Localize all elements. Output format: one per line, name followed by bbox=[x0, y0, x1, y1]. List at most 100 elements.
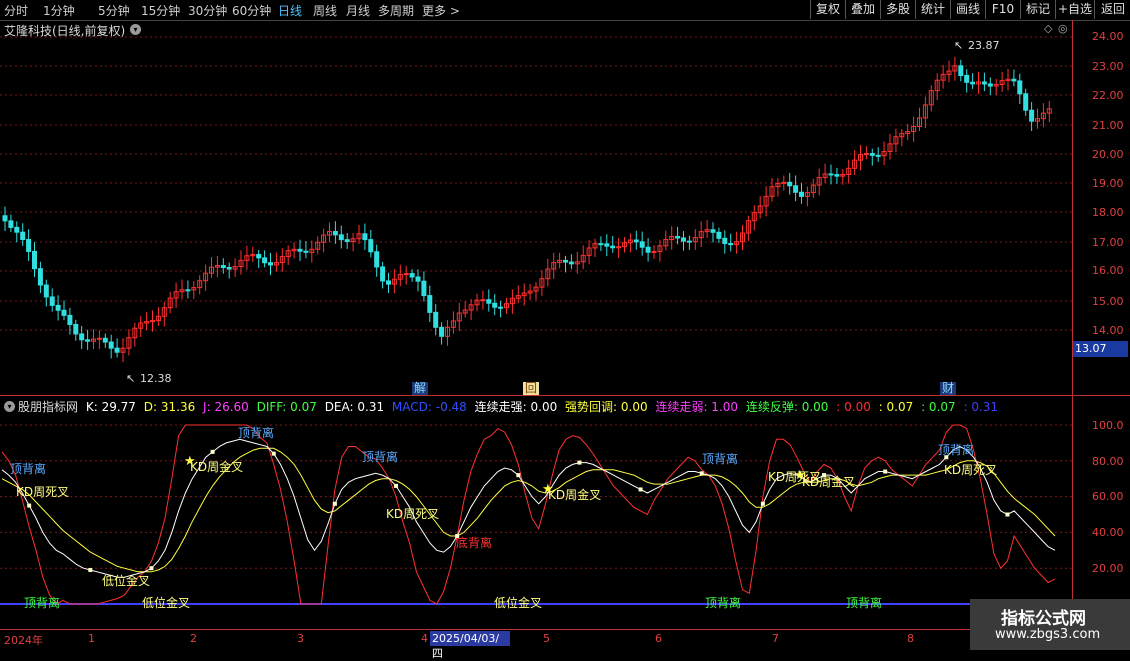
x-tick: 2 bbox=[190, 632, 197, 645]
candle-body bbox=[1017, 80, 1023, 95]
ind-d: D: 31.36 bbox=[143, 400, 196, 414]
x-tick: 2024年 bbox=[4, 634, 43, 647]
ind-k: K: 29.77 bbox=[85, 400, 136, 414]
pane-separator bbox=[0, 395, 1130, 396]
indicator-name[interactable]: 股朋指标网 bbox=[18, 400, 78, 414]
candle-body bbox=[226, 267, 232, 270]
candle-body bbox=[8, 220, 14, 228]
price-tick: 16.00 bbox=[1092, 264, 1124, 277]
candle-body bbox=[268, 262, 273, 266]
candle-body bbox=[480, 299, 486, 302]
f10-button[interactable]: F10 bbox=[985, 0, 1020, 19]
indicator-chevron-icon[interactable]: ▾ bbox=[4, 401, 15, 412]
overlay-button[interactable]: 叠加 bbox=[845, 0, 880, 19]
period-30min[interactable]: 30分钟 bbox=[188, 2, 227, 19]
period-daily[interactable]: 日线 bbox=[278, 2, 302, 19]
k-dot-marker bbox=[394, 483, 399, 488]
candle-body bbox=[875, 154, 881, 157]
candle-body bbox=[14, 226, 20, 233]
indicator-tick: 40.00 bbox=[1092, 526, 1124, 539]
price-tick: 22.00 bbox=[1092, 89, 1124, 102]
mark-button[interactable]: 标记 bbox=[1020, 0, 1055, 19]
candle-body bbox=[338, 234, 344, 241]
candle-body bbox=[610, 245, 616, 249]
signal-label: 顶背离 bbox=[24, 596, 61, 610]
k-dot-marker bbox=[760, 501, 765, 506]
current-price-badge: 13.07 bbox=[1073, 341, 1128, 357]
candle-body bbox=[362, 233, 368, 241]
candle-body bbox=[262, 257, 268, 264]
candle-body bbox=[43, 284, 49, 298]
ind-pullback: 强势回调: 0.00 bbox=[565, 400, 648, 414]
add-watchlist-button[interactable]: +自选 bbox=[1055, 0, 1094, 19]
candle-body bbox=[409, 273, 415, 278]
period-monthly[interactable]: 月线 bbox=[346, 2, 370, 19]
candle-body bbox=[427, 295, 433, 313]
price-tick: 19.00 bbox=[1092, 177, 1124, 190]
indicator-value-bar: 股朋指标网 K: 29.77 D: 31.36 J: 26.60 DIFF: 0… bbox=[18, 398, 1002, 414]
price-tick: 18.00 bbox=[1092, 206, 1124, 219]
candle-body bbox=[568, 261, 574, 265]
signal-label: 底背离 bbox=[456, 536, 493, 550]
candle-body bbox=[869, 153, 875, 156]
candle-body bbox=[492, 302, 498, 308]
ind-extra-2: : 0.07 bbox=[878, 400, 914, 414]
restore-rights-button[interactable]: 复权 bbox=[810, 0, 845, 19]
indicator-tick: 60.00 bbox=[1092, 490, 1124, 503]
candle-body bbox=[386, 280, 391, 285]
candle-body bbox=[380, 266, 386, 282]
candle-body bbox=[1023, 93, 1029, 111]
k-dot-marker bbox=[638, 487, 643, 492]
period-more[interactable]: 更多 > bbox=[422, 2, 460, 19]
signal-label: KD周死叉 bbox=[16, 485, 70, 499]
y-axis-line bbox=[1072, 20, 1073, 630]
candle-body bbox=[433, 311, 439, 328]
k-dot-marker bbox=[27, 503, 32, 508]
candle-body bbox=[604, 243, 610, 247]
price-tick: 24.00 bbox=[1092, 30, 1124, 43]
candle-body bbox=[67, 314, 73, 325]
period-5min[interactable]: 5分钟 bbox=[98, 2, 130, 19]
period-15min[interactable]: 15分钟 bbox=[141, 2, 180, 19]
candle-body bbox=[85, 339, 91, 342]
candle-body bbox=[185, 289, 191, 292]
candle-body bbox=[722, 237, 728, 245]
k-dot-marker bbox=[577, 460, 582, 465]
candle-body bbox=[403, 273, 409, 276]
candle-body bbox=[964, 74, 970, 83]
multi-stock-button[interactable]: 多股 bbox=[880, 0, 915, 19]
candle-body bbox=[20, 231, 26, 240]
price-tick: 15.00 bbox=[1092, 295, 1124, 308]
event-marker-hui[interactable]: 回 bbox=[523, 382, 540, 395]
candle-body bbox=[970, 81, 976, 85]
candle-body bbox=[2, 215, 8, 222]
price-tick: 23.00 bbox=[1092, 60, 1124, 73]
signal-label: 顶背离 bbox=[938, 443, 975, 457]
period-60min[interactable]: 60分钟 bbox=[232, 2, 271, 19]
candle-body bbox=[486, 299, 492, 304]
k-dot-marker bbox=[332, 501, 337, 506]
signal-label: KD周死叉 bbox=[386, 507, 440, 521]
period-multi[interactable]: 多周期 bbox=[378, 2, 414, 19]
candle-body bbox=[439, 326, 445, 337]
candle-body bbox=[681, 237, 686, 242]
signal-label: KD周金叉 bbox=[802, 475, 856, 489]
cursor-date-label: 2025/04/03/四 bbox=[430, 631, 510, 660]
signal-label: 顶背离 bbox=[362, 450, 399, 464]
statistics-button[interactable]: 统计 bbox=[915, 0, 950, 19]
candle-body bbox=[368, 239, 374, 253]
period-fenshi[interactable]: 分时 bbox=[4, 2, 28, 19]
event-marker-jie[interactable]: 解 bbox=[412, 382, 429, 395]
watermark-url: www.zbgs3.com bbox=[995, 627, 1101, 642]
back-button[interactable]: 返回 bbox=[1094, 0, 1130, 19]
period-weekly[interactable]: 周线 bbox=[313, 2, 337, 19]
event-marker-cai[interactable]: 财 bbox=[940, 382, 957, 395]
candlestick-chart[interactable] bbox=[0, 20, 1072, 395]
k-dot-marker bbox=[88, 567, 93, 572]
draw-line-button[interactable]: 画线 bbox=[950, 0, 985, 19]
candle-body bbox=[828, 173, 834, 176]
candle-body bbox=[37, 268, 43, 286]
candle-body bbox=[598, 243, 604, 246]
signal-label: KD周金叉 bbox=[190, 460, 244, 474]
period-1min[interactable]: 1分钟 bbox=[43, 2, 75, 19]
